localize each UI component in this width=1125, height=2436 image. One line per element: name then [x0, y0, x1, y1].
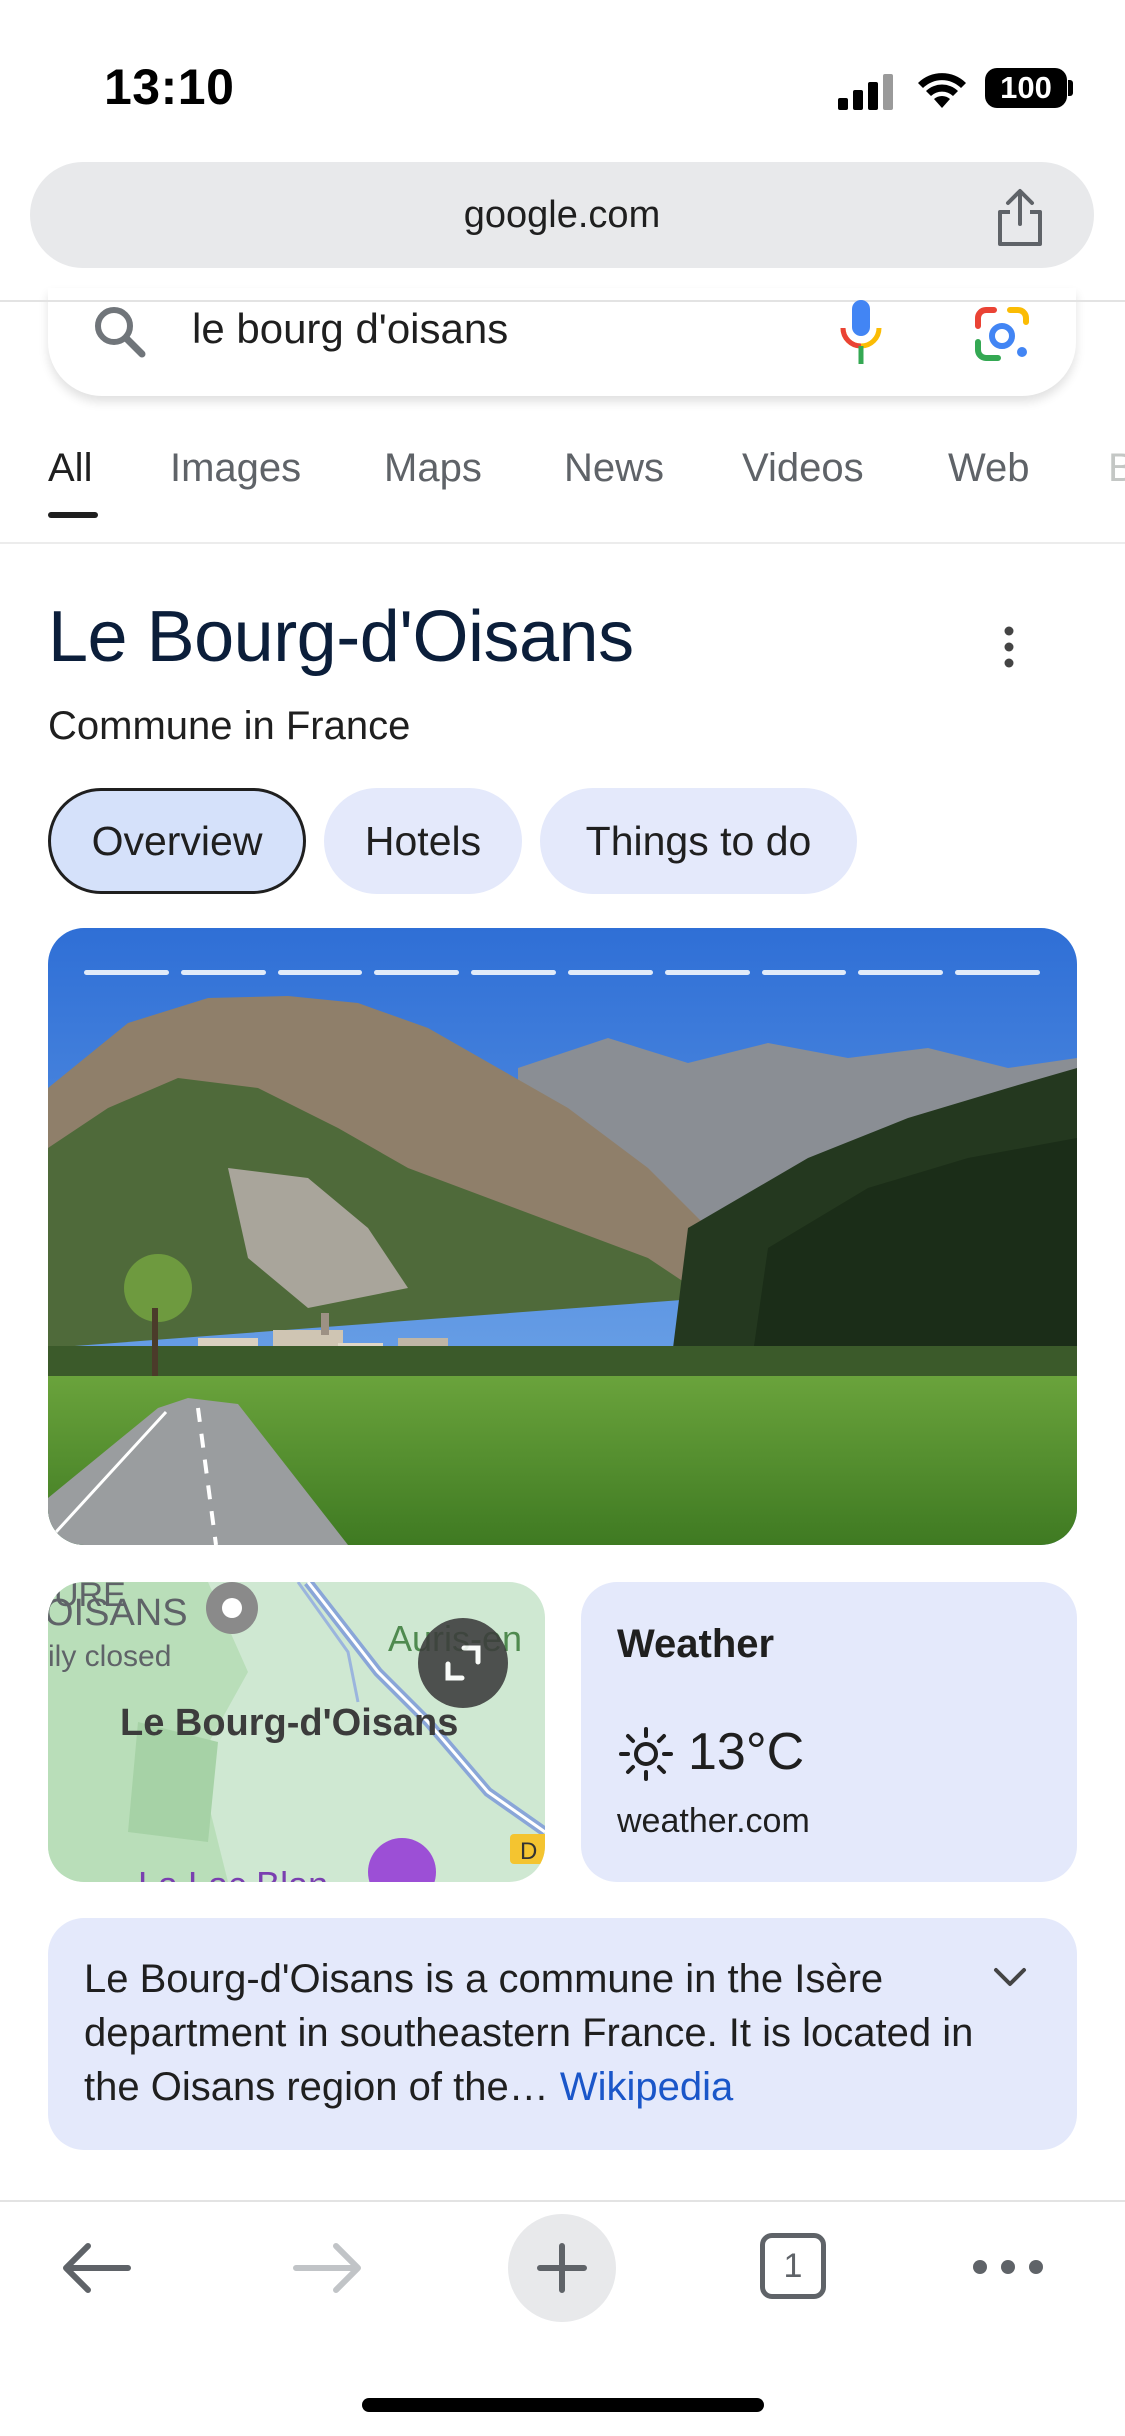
chip-hotels[interactable]: Hotels — [324, 788, 522, 894]
back-arrow-icon[interactable] — [60, 2240, 132, 2296]
share-icon[interactable] — [990, 186, 1050, 248]
plus-icon — [537, 2243, 587, 2293]
divider — [0, 300, 1125, 302]
map-label-closed: ily closed — [48, 1640, 172, 1673]
toolbar-divider — [0, 2200, 1125, 2202]
tab-videos[interactable]: Videos — [742, 446, 864, 491]
forward-arrow-icon[interactable] — [292, 2240, 364, 2296]
tab-web[interactable]: Web — [948, 446, 1030, 491]
tab-news[interactable]: News — [564, 446, 664, 491]
new-tab-button[interactable] — [508, 2214, 616, 2322]
knowledge-panel-subtitle: Commune in France — [48, 704, 411, 748]
map-road-badge: D — [520, 1838, 538, 1865]
search-icon — [95, 307, 146, 358]
map-label-partial-oisans: OISANS — [48, 1592, 188, 1634]
wifi-icon — [918, 73, 966, 108]
chevron-down-icon[interactable] — [990, 1962, 1030, 1992]
wikipedia-link[interactable]: Wikipedia — [560, 2065, 733, 2109]
more-options-icon[interactable] — [1000, 624, 1018, 670]
more-menu-icon[interactable] — [970, 2254, 1046, 2280]
battery-indicator: 100 — [985, 68, 1067, 108]
knowledge-panel-title: Le Bourg-d'Oisans — [48, 597, 634, 677]
tab-maps[interactable]: Maps — [384, 446, 482, 491]
tab-switcher-button[interactable]: 1 — [760, 2233, 826, 2299]
cellular-signal-icon — [838, 74, 893, 110]
mountain-landscape-image — [48, 928, 1077, 1545]
map-label-lac-blanc: La Lac Blan — [138, 1864, 328, 1882]
status-time: 13:10 — [104, 59, 235, 115]
search-input[interactable]: le bourg d'oisans — [192, 305, 508, 353]
google-lens-icon[interactable] — [970, 302, 1034, 366]
chip-overview[interactable]: Overview — [48, 788, 306, 894]
description-body: Le Bourg-d'Oisans is a commune in the Is… — [84, 1957, 974, 2109]
tab-images[interactable]: Images — [170, 446, 301, 491]
expand-map-button[interactable] — [418, 1618, 508, 1708]
active-tab-indicator — [48, 512, 98, 518]
address-bar[interactable]: google.com — [30, 162, 1094, 268]
expand-icon — [445, 1645, 481, 1681]
description-text: Le Bourg-d'Oisans is a commune in the Is… — [84, 1952, 984, 2114]
chip-things-to-do[interactable]: Things to do — [540, 788, 857, 894]
hero-image[interactable] — [48, 928, 1077, 1545]
weather-source: weather.com — [617, 1802, 810, 1840]
sunny-icon — [619, 1727, 673, 1781]
story-progress-bars — [84, 970, 1040, 976]
home-indicator — [362, 2398, 764, 2412]
weather-title: Weather — [617, 1622, 775, 1666]
map-label-town: Le Bourg-d'Oisans — [120, 1702, 459, 1744]
tab-all[interactable]: All — [48, 446, 92, 491]
url-text: google.com — [463, 193, 661, 236]
battery-tip — [1068, 80, 1073, 96]
weather-temperature: 13°C — [688, 1723, 805, 1781]
tab-books-partial[interactable]: B — [1108, 446, 1125, 491]
microphone-icon[interactable] — [838, 298, 884, 368]
